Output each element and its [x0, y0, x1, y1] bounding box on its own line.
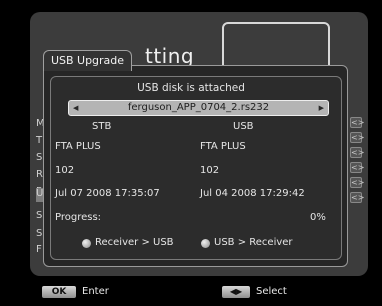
progress-label: Progress: — [55, 212, 102, 223]
arrow-left-icon[interactable]: ◀ — [73, 101, 78, 115]
progress-value: 0% — [310, 212, 326, 223]
left-right-arrow-icon: <> — [350, 117, 365, 128]
stb-software-name: FTA PLUS — [55, 141, 101, 152]
stb-column-header: STB — [92, 121, 112, 132]
dialog-title-tab: USB Upgrade — [43, 50, 132, 71]
option-label: Receiver > USB — [95, 237, 174, 248]
stb-version: 102 — [55, 165, 75, 176]
usb-column-header: USB — [233, 121, 254, 132]
upgrade-file-selector[interactable]: ◀ ferguson_APP_0704_2.rs232 ▶ — [68, 100, 329, 116]
ok-key-icon: OK — [42, 286, 76, 298]
left-right-arrow-icon: <> — [350, 177, 365, 188]
usb-software-name: FTA PLUS — [200, 141, 246, 152]
selected-file-name: ferguson_APP_0704_2.rs232 — [127, 102, 270, 113]
select-hint-label: Select — [256, 286, 287, 297]
left-right-arrow-icon: <> — [350, 192, 365, 203]
stb-build-date: Jul 07 2008 17:35:07 — [55, 188, 160, 199]
left-right-key-icon: ◀▶ — [222, 286, 250, 298]
option-label: USB > Receiver — [214, 237, 293, 248]
arrow-right-icon[interactable]: ▶ — [319, 101, 324, 115]
left-right-arrow-icon: <> — [350, 147, 365, 158]
usb-build-date: Jul 04 2008 17:29:42 — [200, 188, 305, 199]
usb-version: 102 — [200, 165, 220, 176]
tv-screen: tting M T S R R U S S F <> <> <> <> <> <… — [0, 0, 382, 306]
left-right-arrow-icon: <> — [350, 132, 365, 143]
usb-status-message: USB disk is attached — [137, 82, 245, 94]
ok-hint-label: Enter — [82, 286, 109, 297]
radio-button-icon[interactable] — [82, 239, 91, 248]
left-right-arrow-icon: <> — [350, 162, 365, 173]
radio-button-icon[interactable] — [201, 239, 210, 248]
